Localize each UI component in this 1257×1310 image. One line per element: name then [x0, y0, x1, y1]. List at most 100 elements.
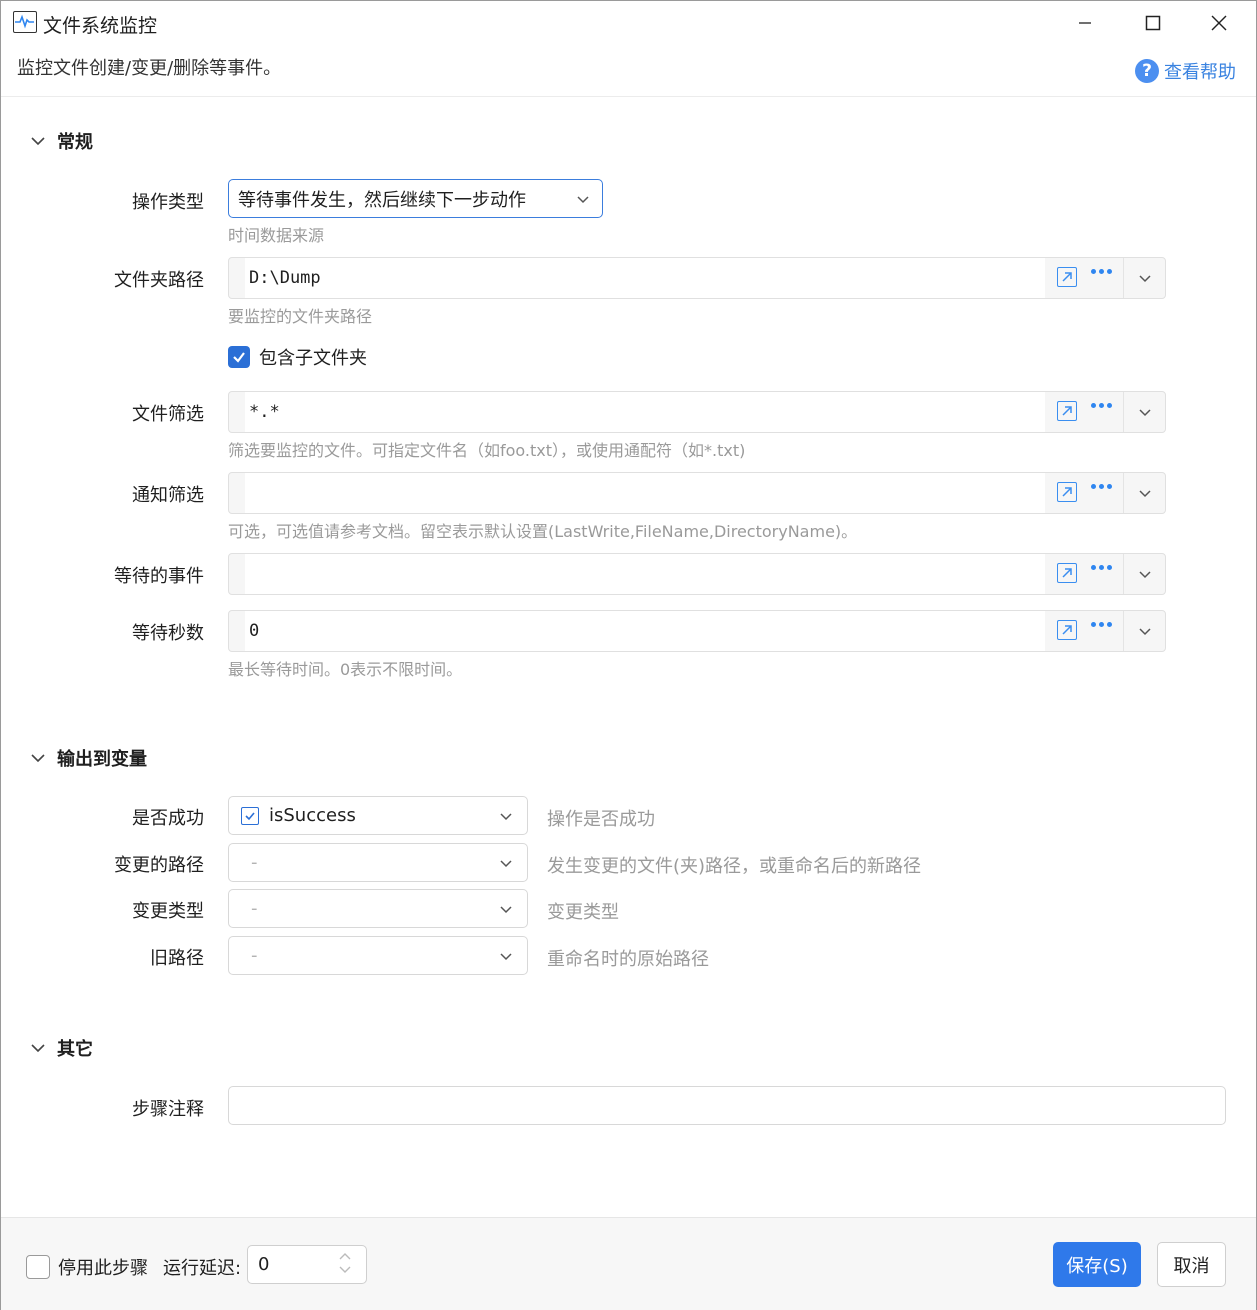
run-delay-input[interactable]: 0 — [247, 1245, 367, 1284]
section-general-title: 常规 — [57, 132, 93, 153]
chevron-down-icon — [1138, 571, 1151, 579]
operation-type-label: 操作类型 — [132, 192, 204, 213]
chevron-down-icon — [29, 749, 47, 767]
open-editor-icon[interactable] — [1057, 620, 1077, 640]
section-general-toggle[interactable]: 常规 — [29, 128, 93, 154]
chevron-down-icon — [1138, 490, 1151, 498]
more-options-icon[interactable] — [1091, 269, 1112, 274]
run-delay-value: 0 — [258, 1254, 270, 1275]
run-delay-label: 运行延迟: — [163, 1258, 242, 1279]
operation-type-hint: 时间数据来源 — [228, 226, 325, 245]
question-icon: ? — [1135, 59, 1159, 83]
output-success-label: 是否成功 — [132, 808, 204, 829]
folder-path-input[interactable]: D:\Dump — [246, 258, 1046, 298]
section-other-title: 其它 — [57, 1039, 93, 1060]
file-filter-field: *.* — [228, 391, 1166, 433]
notify-filter-dropdown-button[interactable] — [1123, 473, 1165, 513]
output-changed-path-select[interactable]: - — [228, 843, 528, 882]
help-link[interactable]: ? 查看帮助 — [1135, 58, 1236, 84]
include-subfolders-label: 包含子文件夹 — [259, 348, 367, 369]
save-button[interactable]: 保存(S) — [1053, 1242, 1141, 1287]
chevron-down-icon — [499, 854, 513, 875]
folder-path-field: D:\Dump — [228, 257, 1166, 299]
section-output-toggle[interactable]: 输出到变量 — [29, 745, 147, 771]
output-changed-path-description: 发生变更的文件(夹)路径，或重命名后的新路径 — [547, 856, 922, 877]
open-editor-icon[interactable] — [1057, 401, 1077, 421]
dialog-footer: 停用此步骤 运行延迟: 0 保存(S) 取消 — [1, 1217, 1256, 1310]
more-options-icon[interactable] — [1091, 565, 1112, 570]
wait-seconds-label: 等待秒数 — [132, 623, 204, 644]
more-options-icon[interactable] — [1091, 484, 1112, 489]
chevron-down-icon — [499, 807, 513, 828]
minimize-button[interactable] — [1054, 1, 1116, 45]
checkbox-checked-icon — [241, 806, 259, 825]
file-filter-dropdown-button[interactable] — [1123, 392, 1165, 432]
wait-events-dropdown-button[interactable] — [1123, 554, 1165, 594]
output-change-type-description: 变更类型 — [547, 902, 619, 923]
file-filter-input[interactable]: *.* — [246, 392, 1046, 432]
section-other-toggle[interactable]: 其它 — [29, 1035, 93, 1061]
output-old-path-value: - — [251, 945, 258, 966]
wait-events-field — [228, 553, 1166, 595]
wait-events-input[interactable] — [246, 554, 1046, 594]
notify-filter-hint: 可选，可选值请参考文档。留空表示默认设置(LastWrite,FileName,… — [228, 522, 858, 541]
output-change-type-value: - — [251, 898, 258, 919]
chevron-down-icon — [29, 132, 47, 150]
open-editor-icon[interactable] — [1057, 563, 1077, 583]
output-success-description: 操作是否成功 — [547, 809, 655, 830]
cancel-button[interactable]: 取消 — [1157, 1242, 1226, 1287]
notify-filter-field — [228, 472, 1166, 514]
open-editor-icon[interactable] — [1057, 267, 1077, 287]
more-options-icon[interactable] — [1091, 622, 1112, 627]
help-link-label: 查看帮助 — [1164, 62, 1236, 83]
divider — [1, 96, 1256, 97]
output-change-type-select[interactable]: - — [228, 889, 528, 928]
wait-seconds-hint: 最长等待时间。0表示不限时间。 — [228, 660, 463, 679]
dialog-window: 文件系统监控 监控文件创建/变更/删除等事件。 ? 查看帮助 常规 操作类型 等… — [0, 0, 1257, 1310]
chevron-down-icon — [499, 947, 513, 968]
chevron-down-icon — [576, 190, 590, 211]
chevron-down-icon — [1138, 409, 1151, 417]
section-output-title: 输出到变量 — [57, 749, 147, 770]
output-changed-path-label: 变更的路径 — [114, 855, 204, 876]
chevron-down-icon — [499, 900, 513, 921]
wait-seconds-dropdown-button[interactable] — [1123, 611, 1165, 651]
output-changed-path-value: - — [251, 852, 258, 873]
operation-type-select[interactable]: 等待事件发生，然后继续下一步动作 — [228, 179, 603, 218]
open-editor-icon[interactable] — [1057, 482, 1077, 502]
output-old-path-select[interactable]: - — [228, 936, 528, 975]
include-subfolders-checkbox[interactable]: 包含子文件夹 — [228, 344, 367, 370]
folder-path-label: 文件夹路径 — [114, 270, 204, 291]
wait-events-label: 等待的事件 — [114, 566, 204, 587]
output-old-path-label: 旧路径 — [150, 948, 204, 969]
output-success-select[interactable]: isSuccess — [228, 796, 528, 835]
folder-path-hint: 要监控的文件夹路径 — [228, 307, 373, 326]
operation-type-value: 等待事件发生，然后继续下一步动作 — [238, 189, 526, 211]
wait-seconds-field: 0 — [228, 610, 1166, 652]
output-success-value: isSuccess — [269, 805, 356, 826]
step-comment-input[interactable] — [228, 1086, 1226, 1125]
title-bar: 文件系统监控 — [1, 1, 1256, 45]
notify-filter-input[interactable] — [246, 473, 1046, 513]
checkbox-checked-icon[interactable] — [228, 346, 250, 368]
window-title: 文件系统监控 — [43, 15, 158, 37]
chevron-down-icon — [29, 1039, 47, 1057]
spinner-arrows-icon[interactable] — [338, 1252, 352, 1274]
chevron-down-icon — [1138, 628, 1151, 636]
more-options-icon[interactable] — [1091, 403, 1112, 408]
notify-filter-label: 通知筛选 — [132, 485, 204, 506]
activity-monitor-icon — [13, 11, 37, 33]
maximize-button[interactable] — [1122, 1, 1184, 45]
close-button[interactable] — [1188, 1, 1250, 45]
dialog-description: 监控文件创建/变更/删除等事件。 — [17, 58, 282, 79]
output-change-type-label: 变更类型 — [132, 901, 204, 922]
folder-path-dropdown-button[interactable] — [1123, 258, 1165, 298]
chevron-down-icon — [1138, 275, 1151, 283]
wait-seconds-input[interactable]: 0 — [246, 611, 1046, 651]
file-filter-hint: 筛选要监控的文件。可指定文件名（如foo.txt），或使用通配符（如*.txt) — [228, 441, 746, 460]
file-filter-label: 文件筛选 — [132, 404, 204, 425]
step-comment-label: 步骤注释 — [132, 1099, 204, 1120]
disable-step-label: 停用此步骤 — [58, 1258, 148, 1279]
disable-step-checkbox[interactable] — [26, 1255, 50, 1279]
output-old-path-description: 重命名时的原始路径 — [547, 949, 709, 970]
